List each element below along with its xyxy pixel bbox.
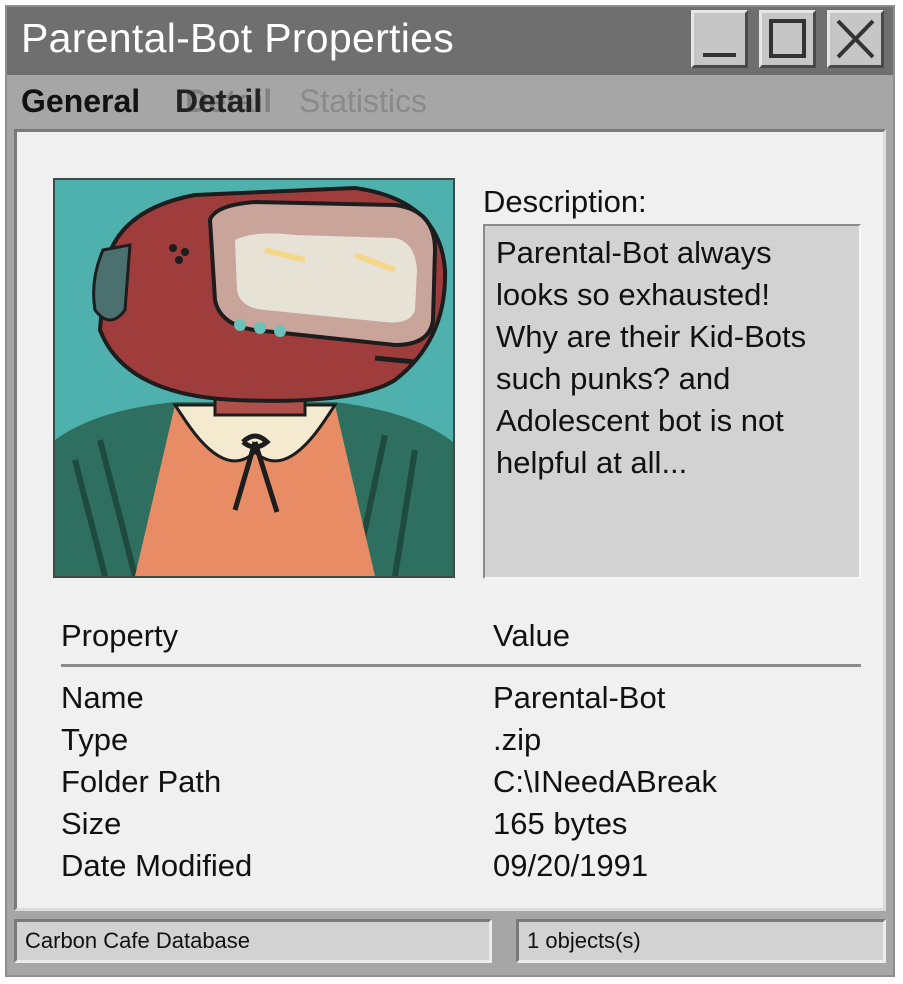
tab-general[interactable]: General bbox=[21, 83, 140, 120]
table-row[interactable]: Folder Path C:\INeedABreak bbox=[61, 764, 861, 806]
table-row[interactable]: Size 165 bytes bbox=[61, 806, 861, 848]
title-bar[interactable]: Parental-Bot Properties bbox=[7, 7, 893, 75]
minimize-button[interactable] bbox=[691, 10, 748, 68]
maximize-button[interactable] bbox=[759, 10, 816, 68]
description-line: looks so exhausted! bbox=[496, 277, 771, 312]
maximize-icon bbox=[769, 19, 806, 58]
property-name: Name bbox=[61, 680, 144, 715]
properties-header: Property Value bbox=[61, 618, 861, 660]
table-row[interactable]: Type .zip bbox=[61, 722, 861, 764]
description-line: Why are their Kid-Bots bbox=[496, 319, 807, 354]
close-icon bbox=[836, 19, 875, 59]
property-name: Date Modified bbox=[61, 848, 253, 883]
property-name: Folder Path bbox=[61, 764, 222, 799]
description-line: such punks? and bbox=[496, 361, 731, 396]
status-object-count: 1 objects(s) bbox=[516, 919, 886, 963]
header-divider bbox=[61, 664, 861, 667]
description-line: Parental-Bot always bbox=[496, 235, 772, 270]
character-portrait bbox=[53, 178, 455, 578]
property-value: Parental-Bot bbox=[493, 680, 666, 715]
close-button[interactable] bbox=[827, 10, 884, 68]
property-name: Size bbox=[61, 806, 122, 841]
properties-rows: Name Parental-Bot Type .zip Folder Path … bbox=[61, 680, 861, 890]
description-box[interactable]: Parental-Bot always looks so exhausted! … bbox=[483, 224, 861, 579]
property-value: .zip bbox=[493, 722, 542, 757]
minimize-icon bbox=[703, 53, 736, 57]
property-value: C:\INeedABreak bbox=[493, 764, 717, 799]
status-source: Carbon Cafe Database bbox=[14, 919, 492, 963]
tab-detail[interactable]: Detail bbox=[175, 83, 262, 120]
description-line: Adolescent bot is not bbox=[496, 403, 784, 438]
robot-portrait-image bbox=[55, 180, 453, 576]
window-title: Parental-Bot Properties bbox=[21, 15, 455, 61]
table-row[interactable]: Name Parental-Bot bbox=[61, 680, 861, 722]
property-column-header[interactable]: Property bbox=[61, 618, 178, 654]
property-name: Type bbox=[61, 722, 129, 757]
description-line: helpful at all... bbox=[496, 445, 688, 480]
table-row[interactable]: Date Modified 09/20/1991 bbox=[61, 848, 861, 890]
property-value: 165 bytes bbox=[493, 806, 628, 841]
property-value: 09/20/1991 bbox=[493, 848, 649, 883]
value-column-header[interactable]: Value bbox=[493, 618, 570, 654]
properties-window: Parental-Bot Properties General Detail D… bbox=[5, 5, 895, 977]
tab-statistics[interactable]: Statistics bbox=[299, 83, 427, 120]
status-bar: Carbon Cafe Database 1 objects(s) bbox=[14, 915, 886, 971]
properties-table: Property Value Name Parental-Bot Type .z… bbox=[61, 618, 861, 883]
description-label: Description: bbox=[483, 184, 647, 219]
general-panel: Description: Parental-Bot always looks s… bbox=[14, 129, 886, 911]
